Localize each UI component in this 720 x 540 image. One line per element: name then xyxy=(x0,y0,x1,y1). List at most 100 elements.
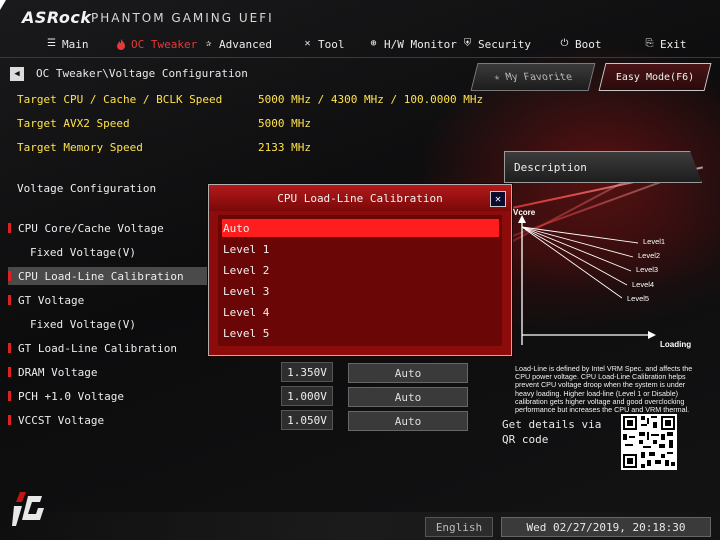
header-divider xyxy=(0,57,720,58)
row-label: GT Load-Line Calibration xyxy=(18,341,177,355)
star-icon: ★ xyxy=(492,71,502,83)
shield-icon: ⛨ xyxy=(463,38,472,49)
row-label: GT Voltage xyxy=(18,293,85,307)
setting-row-cpu-load-line-calibration[interactable]: CPU Load-Line Calibration xyxy=(8,267,208,285)
graph-y-label: Vcore xyxy=(513,208,536,217)
graph-line-label: Level2 xyxy=(638,251,660,260)
header: ASRock PHANTOM GAMING UEFI xyxy=(0,0,720,32)
graph-x-label: Loading xyxy=(660,340,691,349)
setting-row-pch-voltage[interactable]: PCH +1.0 Voltage xyxy=(8,387,208,405)
vccst-voltage-value: 1.050V xyxy=(281,410,333,430)
tab-boot[interactable]: ⏻ Boot xyxy=(559,36,602,52)
qr-caption: Get details via QR code xyxy=(502,418,602,446)
row-marker xyxy=(8,343,11,353)
row-marker xyxy=(8,295,11,305)
row-marker xyxy=(8,223,11,233)
row-label: Fixed Voltage(V) xyxy=(30,317,136,331)
tab-advanced[interactable]: ✰ Advanced xyxy=(203,36,272,52)
tab-label: H/W Monitor xyxy=(384,37,457,51)
setting-row-vccst-voltage[interactable]: VCCST Voltage xyxy=(8,411,208,429)
star-icon: ✰ xyxy=(205,38,212,49)
info-value-memory-speed: 2133 MHz xyxy=(258,141,311,154)
setting-row-gt-voltage[interactable]: GT Voltage xyxy=(8,291,208,309)
row-label: CPU Load-Line Calibration xyxy=(18,269,184,283)
info-label-avx2-speed: Target AVX2 Speed xyxy=(17,117,130,130)
phantom-gaming-logo xyxy=(12,490,46,530)
row-label: VCCST Voltage xyxy=(18,413,105,427)
tab-label: Boot xyxy=(575,37,602,51)
dram-voltage-value: 1.350V xyxy=(281,362,333,382)
vccst-voltage-setting[interactable]: Auto xyxy=(348,411,468,431)
setting-row-cpu-fixed-voltage[interactable]: Fixed Voltage(V) xyxy=(8,243,208,261)
graph-line-label: Level1 xyxy=(643,237,665,246)
tab-label: Advanced xyxy=(219,37,272,51)
tab-label: Tool xyxy=(318,37,345,51)
graph-line-label: Level5 xyxy=(627,294,649,303)
option-auto[interactable]: Auto xyxy=(222,219,499,237)
info-value-cpu-speed: 5000 MHz / 4300 MHz / 100.0000 MHz xyxy=(258,93,484,106)
my-favorite-button[interactable]: ★ My Favorite xyxy=(470,63,596,91)
easy-mode-label: Easy Mode(F6) xyxy=(615,71,695,83)
tab-label: Main xyxy=(62,37,89,51)
row-label: Fixed Voltage(V) xyxy=(30,245,136,259)
option-level-1[interactable]: Level 1 xyxy=(222,240,499,258)
qr-code xyxy=(621,414,677,470)
close-icon: ✕ xyxy=(494,193,502,205)
info-value-avx2-speed: 5000 MHz xyxy=(258,117,311,130)
tab-main[interactable]: ☰ Main xyxy=(46,36,89,52)
option-level-3[interactable]: Level 3 xyxy=(222,282,499,300)
tab-oc-tweaker[interactable]: OC Tweaker xyxy=(115,36,197,52)
easy-mode-button[interactable]: Easy Mode(F6) xyxy=(598,63,712,91)
section-title: Voltage Configuration xyxy=(17,182,157,195)
description-header: Description xyxy=(504,151,702,183)
info-label-cpu-speed: Target CPU / Cache / BCLK Speed xyxy=(17,93,223,106)
tab-label: Security xyxy=(478,37,531,51)
tools-icon: ✕ xyxy=(304,38,311,49)
list-icon: ☰ xyxy=(47,38,56,49)
brand-logo: ASRock xyxy=(22,8,92,27)
tab-exit[interactable]: ⎘ Exit xyxy=(644,36,687,52)
setting-row-cpu-core-cache-voltage[interactable]: CPU Core/Cache Voltage xyxy=(8,219,208,237)
load-line-graph-svg: Vcore Loading Level1 Level2 Level3 Level… xyxy=(513,208,691,349)
tab-hw-monitor[interactable]: ⊕ H/W Monitor xyxy=(368,36,457,52)
row-marker xyxy=(8,271,11,281)
tab-label: OC Tweaker xyxy=(131,37,198,51)
back-arrow-icon: ◀ xyxy=(14,69,20,79)
tab-label: Exit xyxy=(660,37,687,51)
description-text: Load-Line is defined by Intel VRM Spec. … xyxy=(515,364,693,415)
flame-icon xyxy=(115,38,126,50)
row-label: DRAM Voltage xyxy=(18,365,98,379)
setting-row-dram-voltage[interactable]: DRAM Voltage xyxy=(8,363,208,381)
brand-subtitle: PHANTOM GAMING UEFI xyxy=(91,11,274,25)
option-level-2[interactable]: Level 2 xyxy=(222,261,499,279)
option-level-4[interactable]: Level 4 xyxy=(222,303,499,321)
pch-voltage-setting[interactable]: Auto xyxy=(348,387,468,407)
pch-voltage-value: 1.000V xyxy=(281,386,333,406)
mouse-cursor-icon xyxy=(0,0,6,10)
close-button[interactable]: ✕ xyxy=(490,191,506,207)
dram-voltage-setting[interactable]: Auto xyxy=(348,363,468,383)
row-marker xyxy=(8,391,11,401)
option-list: Auto Level 1 Level 2 Level 3 Level 4 Lev… xyxy=(218,215,502,346)
load-line-calibration-dialog: CPU Load-Line Calibration ✕ Auto Level 1… xyxy=(208,184,512,356)
graph-line-label: Level4 xyxy=(632,280,654,289)
tab-tool[interactable]: ✕ Tool xyxy=(302,36,345,52)
row-marker xyxy=(8,367,11,377)
my-favorite-label: My Favorite xyxy=(504,71,574,83)
row-marker xyxy=(8,415,11,425)
language-button[interactable]: English xyxy=(425,517,493,537)
setting-row-gt-fixed-voltage[interactable]: Fixed Voltage(V) xyxy=(8,315,208,333)
row-label: CPU Core/Cache Voltage xyxy=(18,221,164,235)
power-icon: ⏻ xyxy=(560,38,569,49)
tab-security[interactable]: ⛨ Security xyxy=(462,36,531,52)
setting-row-gt-load-line-calibration[interactable]: GT Load-Line Calibration xyxy=(8,339,208,357)
description-title: Description xyxy=(514,161,587,174)
breadcrumb: OC Tweaker\Voltage Configuration xyxy=(36,67,248,80)
qr-code-svg xyxy=(621,414,677,470)
monitor-icon: ⊕ xyxy=(370,38,377,49)
exit-icon: ⎘ xyxy=(645,38,654,49)
load-line-graph: Vcore Loading Level1 Level2 Level3 Level… xyxy=(510,205,710,355)
info-label-memory-speed: Target Memory Speed xyxy=(17,141,143,154)
option-level-5[interactable]: Level 5 xyxy=(222,324,499,342)
back-button[interactable]: ◀ xyxy=(10,67,24,81)
